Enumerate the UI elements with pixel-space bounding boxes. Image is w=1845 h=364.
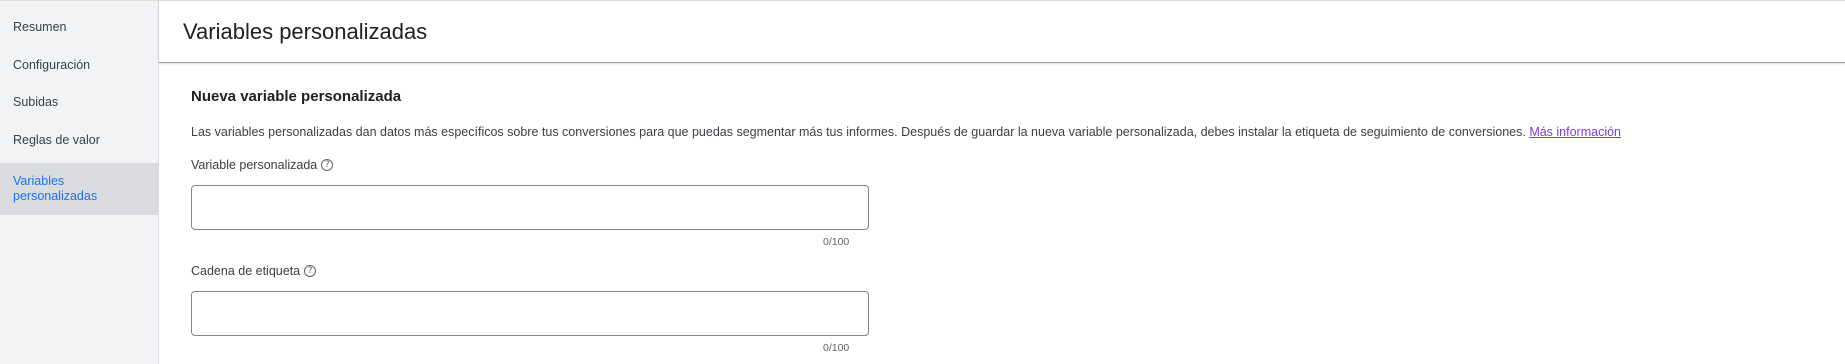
custom-variable-label-text: Variable personalizada (191, 158, 318, 172)
custom-variable-label: Variable personalizada ? (191, 158, 334, 172)
learn-more-link[interactable]: Más información (1529, 125, 1621, 139)
tag-string-input[interactable] (191, 291, 869, 336)
sidebar-item-variables-personalizadas[interactable]: Variables personalizadas (0, 163, 158, 215)
page-header: Variables personalizadas (159, 1, 1845, 63)
tag-string-counter: 0/100 (823, 342, 850, 354)
sidebar-item-reglas-de-valor[interactable]: Reglas de valor (0, 122, 158, 160)
page-title: Variables personalizadas (183, 19, 428, 44)
description-text: Las variables personalizadas dan datos m… (191, 125, 1621, 139)
sidebar-item-label: Resumen (13, 20, 67, 34)
sidebar-item-label: Variables personalizadas (13, 174, 98, 203)
sidebar-item-resumen[interactable]: Resumen (0, 9, 158, 47)
sidebar-item-subidas[interactable]: Subidas (0, 84, 158, 122)
tag-string-label: Cadena de etiqueta ? (191, 264, 317, 278)
sidebar-item-label: Subidas (13, 95, 59, 109)
sidebar-item-configuracion[interactable]: Configuración (0, 47, 158, 85)
help-icon[interactable]: ? (304, 265, 317, 277)
section-title: Nueva variable personalizada (191, 88, 402, 105)
description-body: Las variables personalizadas dan datos m… (191, 125, 1526, 139)
custom-variable-input[interactable] (191, 185, 869, 230)
sidebar-item-label: Configuración (13, 57, 91, 72)
sidebar-item-label: Reglas de valor (13, 132, 100, 147)
custom-variable-counter: 0/100 (823, 236, 850, 248)
app-window: Resumen Configuración Subidas Reglas de … (0, 0, 1845, 364)
tag-string-label-text: Cadena de etiqueta (191, 264, 301, 278)
sidebar: Resumen Configuración Subidas Reglas de … (0, 1, 159, 364)
help-icon[interactable]: ? (321, 159, 334, 171)
